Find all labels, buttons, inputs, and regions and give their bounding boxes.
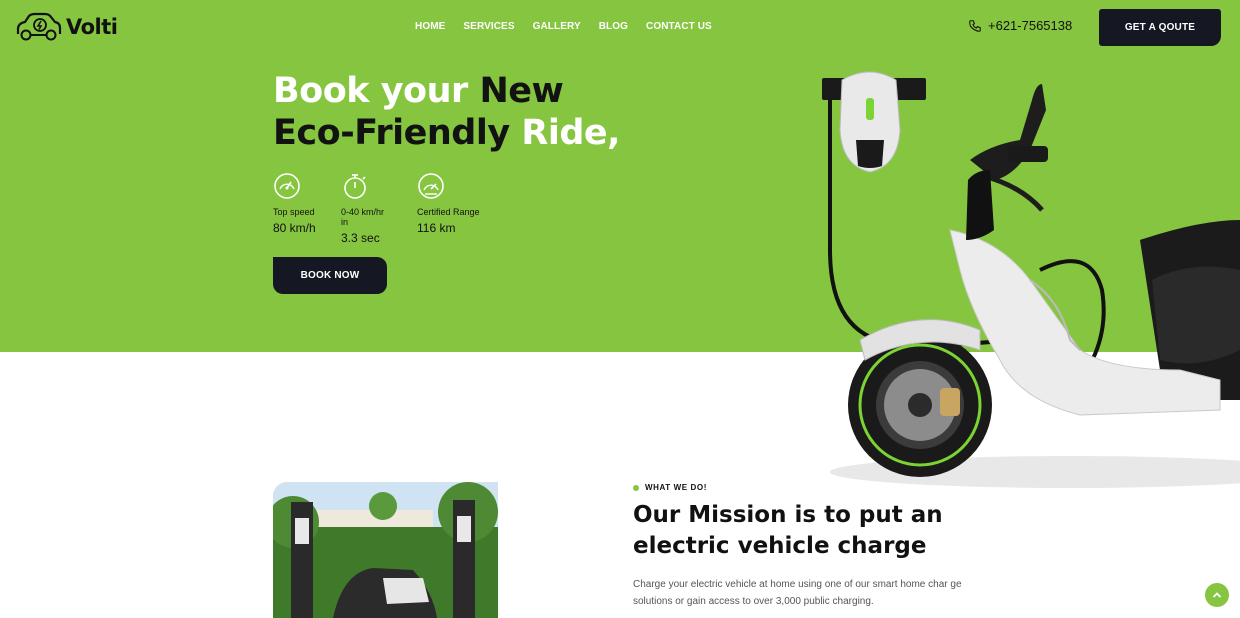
stat-value: 80 km/h <box>273 221 316 235</box>
stat-value: 3.3 sec <box>341 231 380 245</box>
stopwatch-icon <box>344 174 366 199</box>
nav-gallery[interactable]: GALLERY <box>533 21 581 32</box>
chevron-up-icon <box>1212 592 1222 598</box>
nav-blog[interactable]: BLOG <box>599 21 628 32</box>
scooter-illustration <box>822 71 1240 488</box>
hero-title-highlight: Eco-Friendly <box>273 113 522 153</box>
speedometer-icon <box>274 173 300 199</box>
phone-contact[interactable]: +621-7565138 <box>968 18 1072 33</box>
mission-title: Our Mission is to put an electric vehicl… <box>633 500 963 562</box>
stat-top-speed: Top speed 80 km/h <box>273 172 317 245</box>
mission-title-line: Our Mission is to put an <box>633 502 943 528</box>
scroll-to-top-button[interactable] <box>1205 583 1229 607</box>
eyebrow-text: WHAT WE DO! <box>645 483 707 492</box>
description-line: solutions or gain access to over 3,000 p… <box>633 596 874 607</box>
stat-value: 116 km <box>417 221 456 235</box>
phone-number: +621-7565138 <box>988 18 1073 33</box>
nav-home[interactable]: HOME <box>415 21 445 32</box>
stat-label: 0-40 km/hr in <box>341 207 385 227</box>
hero-stats: Top speed 80 km/h 0-40 km/hr in 3.3 sec … <box>273 172 511 245</box>
nav-services[interactable]: SERVICES <box>463 21 514 32</box>
hero-title-part: Ride, <box>521 113 620 153</box>
section-eyebrow: WHAT WE DO! <box>633 483 707 492</box>
stat-acceleration: 0-40 km/hr in 3.3 sec <box>341 172 393 245</box>
stat-certified-range: Certified Range 116 km <box>417 172 487 245</box>
car-logo-icon <box>16 12 62 41</box>
gauge-icon <box>418 173 444 199</box>
charging-station-photo <box>273 482 498 618</box>
book-now-button[interactable]: BOOK NOW <box>273 257 387 294</box>
get-a-quote-button[interactable]: GET A QOUTE <box>1099 9 1221 46</box>
mission-description: Charge your electric vehicle at home usi… <box>633 576 963 610</box>
stat-label: Certified Range <box>417 207 480 217</box>
hero-title-part: Book your <box>273 71 480 111</box>
charging-photo-image <box>273 482 498 618</box>
main-nav: HOME SERVICES GALLERY BLOG CONTACT US <box>415 21 730 32</box>
logo-text: Volti <box>66 15 118 39</box>
hero-title-highlight: New <box>479 71 564 111</box>
phone-icon <box>969 19 981 32</box>
nav-contact-us[interactable]: CONTACT US <box>646 21 712 32</box>
bullet-dot-icon <box>633 484 639 491</box>
logo[interactable]: Volti <box>14 12 118 42</box>
hero-title: Book your New Eco-Friendly Ride, <box>273 70 693 154</box>
description-line: Charge your electric vehicle at home usi… <box>633 579 962 590</box>
mission-title-line: electric vehicle charge <box>633 533 927 559</box>
stat-label: Top speed <box>273 207 315 217</box>
